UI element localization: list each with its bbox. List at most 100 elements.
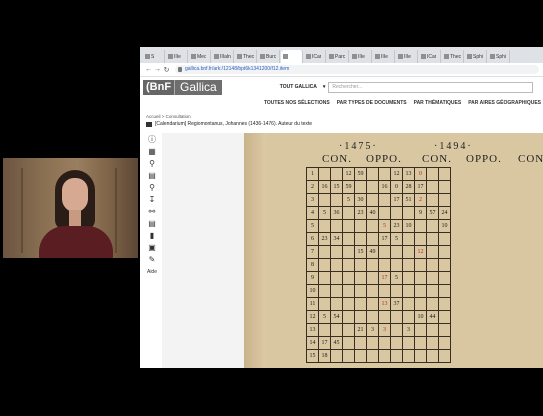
edit-icon[interactable]: ✎: [148, 255, 157, 264]
scan-table-cell: 5: [318, 310, 331, 324]
browser-tab[interactable]: Parc: [327, 50, 349, 63]
scan-table-cell: 34: [330, 232, 343, 246]
citation-icon[interactable]: ▣: [148, 243, 157, 252]
scan-table-cell: [354, 232, 367, 246]
scan-table-cell: [378, 206, 391, 220]
nav-item-themes[interactable]: PAR THÉMATIQUES: [414, 100, 462, 106]
scan-table-cell: 30: [354, 193, 367, 207]
scan-table-cell: [378, 284, 391, 298]
scanned-page: ·1475· ·1494· CON. OPPO. CON. OPPO. CON …: [244, 133, 543, 368]
browser-tab[interactable]: S: [143, 50, 165, 63]
scan-table-cell: [342, 310, 355, 324]
scan-table-cell: [426, 167, 439, 181]
nav-item-geographic-areas[interactable]: PAR AIRES GÉOGRAPHIQUES: [468, 100, 541, 106]
browser-tab[interactable]: [281, 50, 303, 63]
download-icon[interactable]: ↧: [148, 195, 157, 204]
scan-table-cell: [402, 258, 415, 272]
scan-table-cell: 5: [318, 206, 331, 220]
browser-tab[interactable]: Sphi: [488, 50, 510, 63]
scan-table-cell: [438, 167, 451, 181]
scan-table-cell: [426, 193, 439, 207]
scan-table-cell: [438, 310, 451, 324]
share-icon[interactable]: ⚯: [148, 207, 157, 216]
favicon-icon: [214, 54, 219, 59]
browser-tab[interactable]: IIIe: [166, 50, 188, 63]
browser-tab[interactable]: Thec: [235, 50, 257, 63]
scan-table-cell: 2: [306, 180, 319, 194]
search-input[interactable]: Rechercher...: [328, 81, 534, 93]
scan-table-cell: [378, 258, 391, 272]
document-viewer[interactable]: ·1475· ·1494· CON. OPPO. CON. OPPO. CON …: [162, 133, 543, 368]
browser-tab[interactable]: IIIaln: [212, 50, 234, 63]
scan-table-cell: [342, 349, 355, 363]
bookmark-icon[interactable]: ▮: [148, 231, 157, 240]
search-scope-select[interactable]: TOUT GALLICA ▾: [280, 84, 326, 90]
scan-table-cell: [378, 336, 391, 350]
scan-table-cell: 3: [306, 193, 319, 207]
search-icon[interactable]: ⚲: [148, 183, 157, 192]
scan-table-cell: 13: [378, 297, 391, 311]
viewer-toolbar: ⓘ ▦ ⚲ ▤ ⚲ ↧ ⚯ ▤ ▮ ▣ ✎ Aide: [144, 133, 160, 285]
grid-view-icon[interactable]: ▦: [148, 147, 157, 156]
scan-table-cell: [318, 167, 331, 181]
scan-table-cell: [402, 271, 415, 285]
scan-table-cell: [426, 297, 439, 311]
scan-table-cell: [318, 193, 331, 207]
info-icon[interactable]: ⓘ: [148, 135, 157, 144]
scan-table-cell: [366, 219, 379, 233]
nav-item-selections[interactable]: TOUTES NOS SÉLECTIONS: [264, 100, 330, 106]
help-link[interactable]: Aide: [147, 269, 157, 275]
scan-column-label: OPPO.: [366, 153, 402, 165]
scan-table-cell: [426, 323, 439, 337]
favicon-icon: [375, 54, 380, 59]
browser-tab[interactable]: Mec: [189, 50, 211, 63]
back-icon[interactable]: ←: [144, 66, 153, 73]
favicon-icon: [352, 54, 357, 59]
scan-table-cell: 12: [414, 245, 427, 259]
webcam-video: [3, 158, 138, 258]
scan-table-cell: [438, 271, 451, 285]
cart-icon[interactable]: ▤: [148, 219, 157, 228]
scan-table-row: 9 17 5: [306, 271, 451, 285]
scan-table-cell: 15: [306, 349, 319, 363]
nav-item-document-types[interactable]: PAR TYPES DE DOCUMENTS: [337, 100, 407, 106]
scan-table-cell: [330, 323, 343, 337]
scan-table-cell: [330, 219, 343, 233]
scan-table-cell: [438, 336, 451, 350]
scan-table-row: 8: [306, 258, 451, 272]
zoom-icon[interactable]: ⚲: [148, 159, 157, 168]
document-icon[interactable]: ▤: [148, 171, 157, 180]
browser-tab[interactable]: ICar: [419, 50, 441, 63]
tab-label: IIIe: [381, 53, 388, 60]
browser-tab[interactable]: ICar: [304, 50, 326, 63]
favicon-icon: [191, 54, 196, 59]
scan-table-row: 13 21 3 3 3: [306, 323, 451, 337]
scan-table-cell: 17: [378, 271, 391, 285]
scan-table-cell: 57: [426, 206, 439, 220]
scan-table-cell: [402, 245, 415, 259]
scan-table-cell: [402, 336, 415, 350]
browser-tab[interactable]: Burc: [258, 50, 280, 63]
forward-icon[interactable]: →: [153, 66, 162, 73]
gallica-logo[interactable]: (BnF Gallica: [143, 79, 222, 95]
scan-table-cell: [342, 219, 355, 233]
reload-icon[interactable]: ↻: [162, 66, 171, 74]
scan-table-cell: [426, 245, 439, 259]
scan-table-cell: [438, 349, 451, 363]
scan-table-cell: 16: [378, 180, 391, 194]
browser-tab[interactable]: IIIe: [396, 50, 418, 63]
scan-table-cell: [330, 271, 343, 285]
scan-table-cell: [414, 271, 427, 285]
scan-table-cell: 14: [306, 336, 319, 350]
browser-tab[interactable]: Sphi: [465, 50, 487, 63]
scan-table-cell: [330, 193, 343, 207]
browser-tab[interactable]: IIIe: [350, 50, 372, 63]
scan-table-cell: 17: [390, 193, 403, 207]
browser-tab[interactable]: IIIe: [373, 50, 395, 63]
scan-table-cell: 12: [342, 167, 355, 181]
address-bar[interactable]: gallica.bnf.fr/ark:/12148/bpt6k1341200/f…: [175, 65, 539, 74]
scan-table-cell: [378, 310, 391, 324]
browser-tab[interactable]: Thec: [442, 50, 464, 63]
scan-table-cell: 13: [402, 167, 415, 181]
breadcrumb[interactable]: Accueil > Consultation: [140, 108, 543, 119]
